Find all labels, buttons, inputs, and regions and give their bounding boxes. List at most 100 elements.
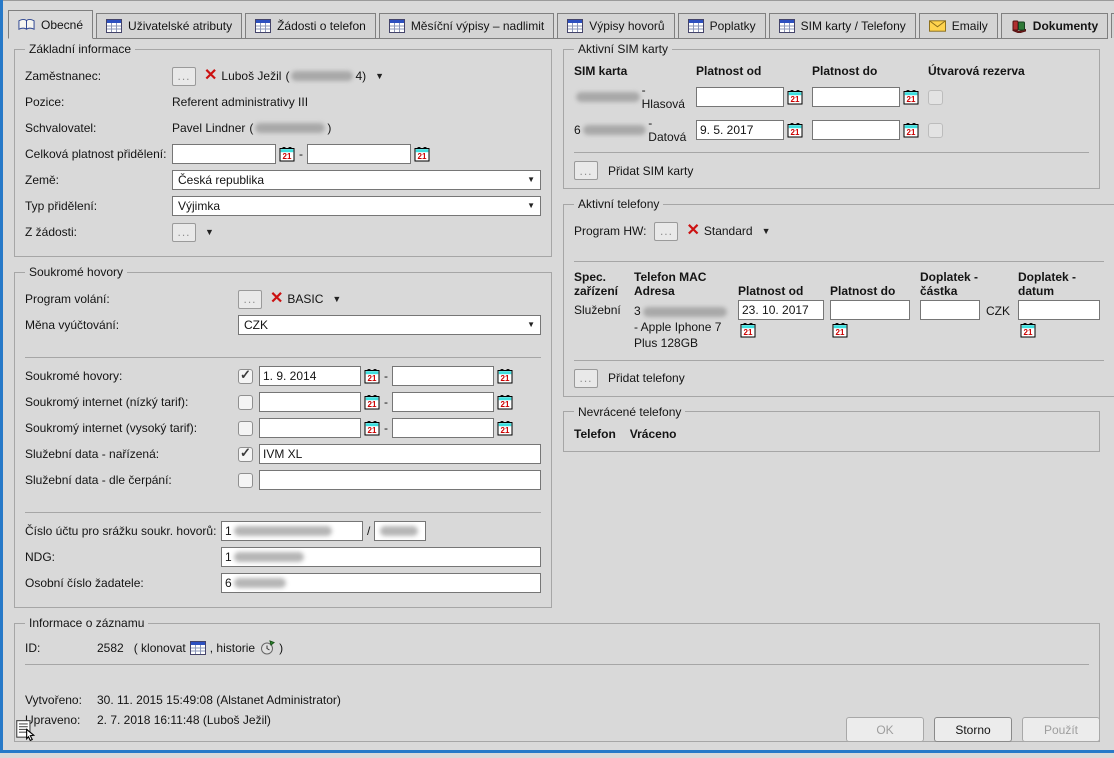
validity-from-input[interactable]: [172, 144, 276, 164]
calendar-icon[interactable]: [414, 146, 430, 162]
calendar-icon[interactable]: [787, 122, 803, 138]
employee-remove-icon[interactable]: ✕: [204, 68, 217, 84]
call-program-dropdown-icon[interactable]: ▼: [332, 294, 341, 304]
calendar-icon[interactable]: [1020, 322, 1036, 338]
country-row: Země: Česká republika ▼: [25, 170, 541, 190]
tab-poplatky[interactable]: Poplatky: [678, 13, 766, 38]
window-left-edge: [0, 0, 3, 753]
tab-emaily[interactable]: Emaily: [919, 13, 998, 38]
add-sim-button[interactable]: ...: [574, 161, 598, 180]
employee-dropdown-icon[interactable]: ▼: [375, 71, 384, 81]
calendar-icon[interactable]: [903, 122, 919, 138]
country-value: Česká republika: [178, 173, 264, 187]
hw-program-picker-button[interactable]: ...: [654, 222, 678, 241]
tab-uzivatelske-atributy[interactable]: Uživatelské atributy: [96, 13, 242, 38]
sim-cards-legend: Aktivní SIM karty: [574, 42, 672, 56]
call-program-value: BASIC: [287, 292, 323, 306]
private-internet-low-from-input[interactable]: [259, 392, 361, 412]
calendar-icon[interactable]: [497, 394, 513, 410]
table-icon: [255, 19, 271, 33]
phone-currency: CZK: [986, 300, 1016, 352]
phone-surcharge-date-input[interactable]: [1018, 300, 1100, 320]
assignment-type-select[interactable]: Výjimka ▼: [172, 196, 541, 216]
currency-select[interactable]: CZK ▼: [238, 315, 541, 335]
private-internet-high-checkbox[interactable]: [238, 421, 253, 436]
currency-label: Měna vyúčtování:: [25, 318, 238, 332]
tab-obecne[interactable]: Obecné: [8, 10, 93, 39]
table-icon: [779, 19, 795, 33]
ok-button[interactable]: OK: [846, 717, 924, 742]
country-select[interactable]: Česká republika ▼: [172, 170, 541, 190]
assignment-type-label: Typ přidělení:: [25, 199, 172, 213]
range-separator: -: [384, 421, 388, 435]
position-label: Pozice:: [25, 95, 172, 109]
document-cursor-icon[interactable]: [14, 719, 36, 741]
envelope-icon: [929, 20, 946, 32]
private-internet-low-checkbox[interactable]: [238, 395, 253, 410]
tab-label: Výpisy hovorů: [589, 19, 664, 33]
calendar-icon[interactable]: [832, 322, 848, 338]
history-icon[interactable]: [259, 640, 275, 656]
sim-to-input[interactable]: [812, 87, 900, 107]
mandatory-data-checkbox[interactable]: [238, 447, 253, 462]
calendar-icon[interactable]: [497, 420, 513, 436]
calendar-icon[interactable]: [364, 420, 380, 436]
bank-code-input[interactable]: [374, 521, 426, 541]
employee-picker-button[interactable]: ...: [172, 67, 196, 86]
country-label: Země:: [25, 173, 172, 187]
private-calls-from-input[interactable]: [259, 366, 361, 386]
calendar-icon[interactable]: [364, 368, 380, 384]
personal-number-input[interactable]: 6: [221, 573, 541, 593]
hw-program-remove-icon[interactable]: ✕: [686, 223, 699, 239]
calendar-icon[interactable]: [740, 322, 756, 338]
private-internet-high-from-input[interactable]: [259, 418, 361, 438]
calendar-icon[interactable]: [497, 368, 513, 384]
tab-label: SIM karty / Telefony: [801, 19, 906, 33]
from-request-picker-button[interactable]: ...: [172, 223, 196, 242]
call-program-picker-button[interactable]: ...: [238, 290, 262, 309]
phone-surcharge-date-cell: [1018, 300, 1104, 352]
account-number-input[interactable]: 1: [221, 521, 363, 541]
hw-program-dropdown-icon[interactable]: ▼: [762, 226, 771, 236]
phone-number-prefix: 3: [634, 304, 641, 318]
calendar-icon[interactable]: [903, 89, 919, 105]
private-calls-checkbox[interactable]: [238, 369, 253, 384]
cancel-button[interactable]: Storno: [934, 717, 1012, 742]
calendar-icon[interactable]: [364, 394, 380, 410]
validity-to-input[interactable]: [307, 144, 411, 164]
tab-dokumenty[interactable]: Dokumenty: [1001, 13, 1108, 38]
mandatory-data-input[interactable]: [259, 444, 541, 464]
phone-to-input[interactable]: [830, 300, 910, 320]
call-program-remove-icon[interactable]: ✕: [270, 291, 283, 307]
tab-mesicni-vypisy[interactable]: Měsíční výpisy – nadlimit: [379, 13, 554, 38]
consumption-data-checkbox[interactable]: [238, 473, 253, 488]
from-request-dropdown-icon[interactable]: ▼: [205, 227, 214, 237]
private-calls-to-input[interactable]: [392, 366, 494, 386]
record-id-label: ID:: [25, 641, 97, 655]
apply-button[interactable]: Použít: [1022, 717, 1100, 742]
calendar-icon[interactable]: [787, 89, 803, 105]
personal-number-prefix: 6: [225, 576, 232, 590]
clone-icon[interactable]: [190, 641, 206, 655]
divider: [574, 360, 1104, 361]
ndg-redacted: [234, 552, 304, 562]
ndg-input[interactable]: 1: [221, 547, 541, 567]
phone-from-input[interactable]: [738, 300, 824, 320]
tab-sim-karty-telefony[interactable]: SIM karty / Telefony: [769, 13, 916, 38]
add-phone-button[interactable]: ...: [574, 369, 598, 388]
table-icon: [106, 19, 122, 33]
sim-to-input[interactable]: [812, 120, 900, 140]
private-internet-high-to-input[interactable]: [392, 418, 494, 438]
tab-vypisy-hovoru[interactable]: Výpisy hovorů: [557, 13, 674, 38]
personal-number-label: Osobní číslo žadatele:: [25, 576, 221, 590]
basic-info-section: Základní informace Zaměstnanec: ... ✕ Lu…: [14, 42, 552, 257]
sim-from-input[interactable]: [696, 87, 784, 107]
books-icon: [1011, 19, 1027, 33]
tab-zadosti-o-telefon[interactable]: Žádosti o telefon: [245, 13, 376, 38]
private-internet-low-to-input[interactable]: [392, 392, 494, 412]
consumption-data-input[interactable]: [259, 470, 541, 490]
sim-from-input[interactable]: [696, 120, 784, 140]
record-id-row: ID: 2582 ( klonovat , historie ): [25, 640, 1089, 656]
phone-surcharge-input[interactable]: [920, 300, 980, 320]
calendar-icon[interactable]: [279, 146, 295, 162]
